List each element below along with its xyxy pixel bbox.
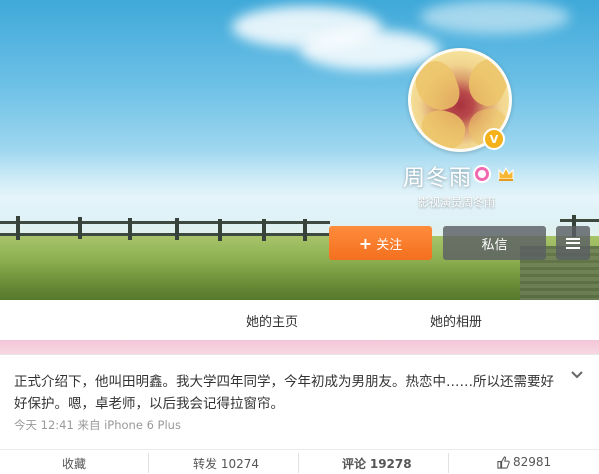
crown-icon[interactable] [497,166,515,182]
favorite-button[interactable]: 收藏 [62,455,86,472]
fence-rail [0,221,330,224]
fence-rail [560,219,599,222]
repost-button[interactable]: 转发 10274 [193,455,259,472]
fence-post [175,218,179,240]
post-meta: 今天 12:41 来自 iPhone 6 Plus [14,418,181,432]
cloud [420,0,570,34]
verified-v-icon: V [483,128,505,150]
fence-post [262,219,266,241]
post-actions: 收藏 转发 10274 评论 19278 82981 [0,449,599,474]
vip-icon[interactable] [473,165,491,183]
tab-home[interactable]: 她的主页 [246,311,298,330]
comment-count: 19278 [369,456,412,471]
fence-rail [0,233,330,236]
repost-label: 转发 [193,457,218,471]
more-button[interactable] [556,226,590,260]
comment-button[interactable]: 评论 19278 [342,455,412,472]
follow-label: 关注 [376,237,403,253]
horizon-haze [0,150,599,230]
post-text: 正式介绍下，他叫田明鑫。我大学四年同学，今年初成为男朋友。热恋中……所以还需要好… [14,374,554,412]
profile-subtitle: 影视演员周冬雨 [418,196,495,209]
fence-post [303,219,307,241]
profile-name: 周冬雨 [403,166,473,191]
plus-icon: + [358,233,373,253]
divider [448,453,449,473]
chevron-down-icon[interactable] [570,369,584,381]
divider [298,453,299,473]
like-button[interactable]: 82981 [497,455,551,469]
fence-post [128,218,132,240]
like-count: 82981 [513,455,552,469]
message-label: 私信 [481,237,508,253]
repost-count: 10274 [220,456,260,471]
message-button[interactable]: 私信 [443,226,546,260]
divider [148,453,149,473]
comment-label: 评论 [342,457,367,471]
favorite-label: 收藏 [62,457,87,471]
fence-post [218,219,222,241]
divider-band [0,340,599,354]
fence-post [16,216,20,240]
menu-icon [566,237,580,249]
profile-tab-bar: 她的主页 她的相册 [0,300,599,340]
tab-album[interactable]: 她的相册 [430,311,482,330]
fence-post [78,217,82,239]
cloud [300,30,440,70]
thumbs-up-icon [497,455,510,469]
post-card: 正式介绍下，他叫田明鑫。我大学四年同学，今年初成为男朋友。热恋中……所以还需要好… [0,354,599,474]
follow-button[interactable]: + 关注 [329,226,432,260]
